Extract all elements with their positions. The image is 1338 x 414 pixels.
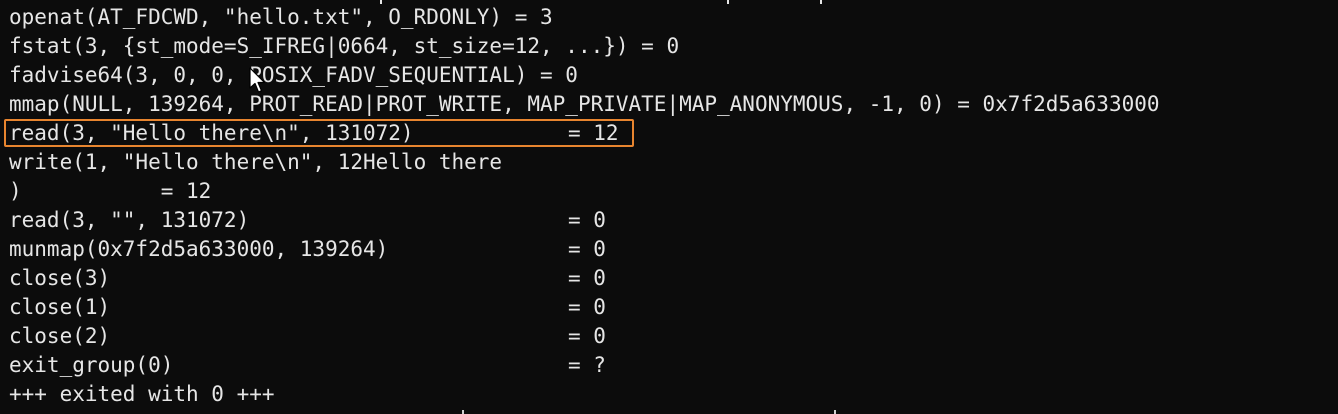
strace-line-mmap: mmap(NULL, 139264, PROT_READ|PROT_WRITE,… — [9, 92, 1160, 116]
scrolled-line-fragment — [820, 0, 822, 4]
strace-line-exit-group: exit_group(0) — [9, 353, 174, 377]
strace-return-exit-group: = ? — [568, 353, 606, 377]
strace-line-close-2: close(2) — [9, 324, 111, 348]
strace-line-fadvise64: fadvise64(3, 0, 0, POSIX_FADV_SEQUENTIAL… — [9, 63, 578, 87]
strace-line-write-return: ) = 12 — [9, 179, 212, 203]
strace-line-munmap: munmap(0x7f2d5a633000, 139264) — [9, 237, 389, 261]
scrolled-line-fragment — [380, 0, 382, 4]
bottom-divider-tick — [834, 410, 836, 414]
strace-return-close-2: = 0 — [568, 324, 606, 348]
strace-return-munmap: = 0 — [568, 237, 606, 261]
strace-line-fstat: fstat(3, {st_mode=S_IFREG|0664, st_size=… — [9, 34, 680, 58]
strace-line-close-3: close(3) — [9, 266, 111, 290]
strace-line-read-empty: read(3, "", 131072) — [9, 208, 250, 232]
strace-line-close-1: close(1) — [9, 295, 111, 319]
strace-line-openat: openat(AT_FDCWD, "hello.txt", O_RDONLY) … — [9, 5, 553, 29]
strace-return-read-empty: = 0 — [568, 208, 606, 232]
strace-return-close-3: = 0 — [568, 266, 606, 290]
strace-line-read-hello: read(3, "Hello there\n", 131072) — [9, 121, 414, 145]
bottom-divider-tick — [462, 410, 464, 414]
strace-return-read-hello: = 12 — [568, 121, 619, 145]
strace-return-close-1: = 0 — [568, 295, 606, 319]
strace-line-write: write(1, "Hello there\n", 12Hello there — [9, 150, 503, 174]
scrolled-line-fragment — [727, 0, 729, 4]
mouse-pointer-icon — [249, 67, 266, 93]
strace-line-exited: +++ exited with 0 +++ — [9, 382, 275, 406]
terminal-window[interactable]: openat(AT_FDCWD, "hello.txt", O_RDONLY) … — [0, 0, 1338, 414]
